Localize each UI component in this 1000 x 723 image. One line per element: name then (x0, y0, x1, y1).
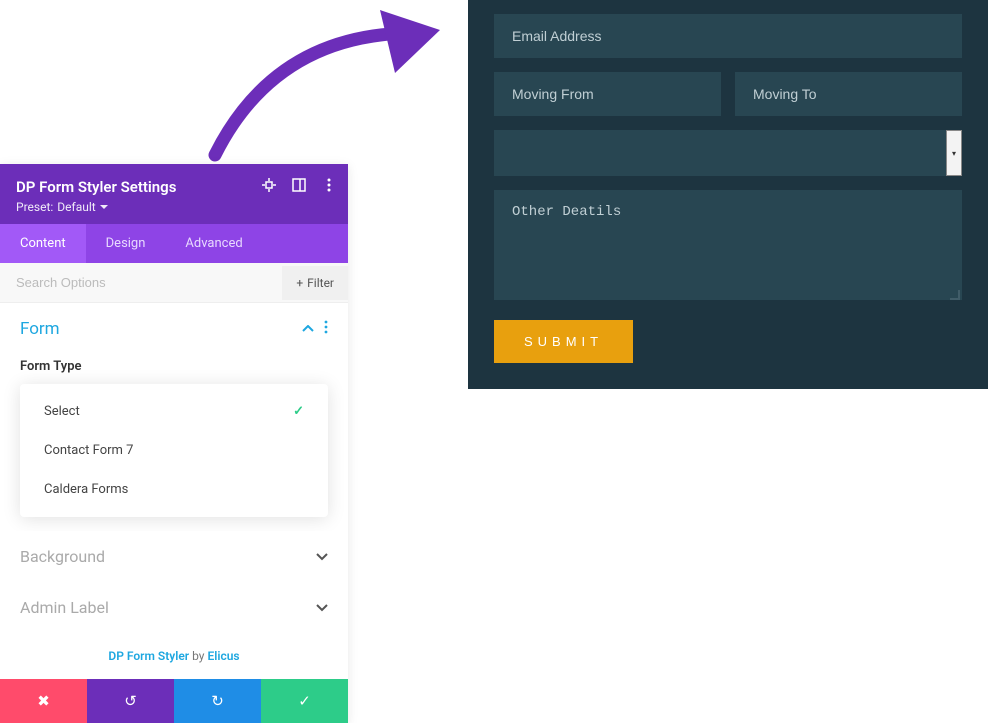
filter-label: Filter (307, 276, 334, 290)
search-input[interactable] (0, 263, 282, 302)
tabs: Content Design Advanced (0, 224, 348, 263)
section-title: Form (20, 319, 60, 339)
panel-header-actions (262, 178, 336, 192)
plus-icon: + (296, 276, 303, 290)
tab-design[interactable]: Design (86, 224, 166, 263)
select-field[interactable] (494, 130, 962, 176)
redo-icon: ↻ (211, 692, 224, 710)
close-icon: ✖ (37, 692, 50, 710)
undo-icon: ↺ (124, 692, 137, 710)
option-caldera-forms[interactable]: Caldera Forms (20, 470, 328, 509)
textarea-wrap (494, 190, 962, 320)
more-vertical-icon[interactable] (322, 178, 336, 192)
section-admin-label-header[interactable]: Admin Label (0, 582, 348, 633)
email-group (494, 14, 962, 58)
resize-handle-icon (950, 290, 960, 300)
option-label: Caldera Forms (44, 482, 128, 497)
form-type-label: Form Type (0, 355, 348, 384)
section-background-header[interactable]: Background (0, 531, 348, 582)
credit-by: by (189, 649, 207, 663)
section-title: Background (20, 547, 105, 566)
form-preview: ▾ SUBMIT (468, 0, 988, 389)
confirm-button[interactable]: ✓ (261, 679, 348, 723)
filter-button[interactable]: + Filter (282, 266, 348, 300)
preset-value: Default (57, 200, 95, 214)
settings-panel: DP Form Styler Settings Preset: Default … (0, 164, 348, 723)
more-vertical-icon[interactable] (324, 320, 328, 338)
panel-header: DP Form Styler Settings Preset: Default (0, 164, 348, 224)
section-admin-label: Admin Label (0, 582, 348, 633)
target-icon[interactable] (262, 178, 276, 192)
pointer-arrow (195, 0, 455, 175)
section-form-header[interactable]: Form (0, 303, 348, 355)
layout-icon[interactable] (292, 178, 306, 192)
select-wrap: ▾ (494, 130, 962, 176)
section-title: Admin Label (20, 598, 109, 617)
option-label: Contact Form 7 (44, 443, 133, 458)
credit-line: DP Form Styler by Elicus (0, 633, 348, 679)
submit-button[interactable]: SUBMIT (494, 320, 633, 363)
section-form: Form Form Type Select ✓ Contact Form 7 C… (0, 303, 348, 517)
option-contact-form-7[interactable]: Contact Form 7 (20, 431, 328, 470)
option-select[interactable]: Select ✓ (20, 392, 328, 431)
moving-from-field[interactable] (494, 72, 721, 116)
other-details-field[interactable] (494, 190, 962, 300)
chevron-down-icon (316, 601, 328, 615)
preset-selector[interactable]: Preset: Default (16, 200, 332, 214)
moving-row (494, 72, 962, 116)
tab-content[interactable]: Content (0, 224, 86, 263)
section-tools (302, 320, 328, 338)
chevron-down-icon (316, 550, 328, 564)
select-handle-icon: ▾ (946, 130, 962, 176)
check-icon: ✓ (298, 692, 311, 710)
caret-down-icon (100, 205, 108, 209)
tab-advanced[interactable]: Advanced (165, 224, 262, 263)
section-background: Background (0, 531, 348, 582)
check-icon: ✓ (293, 404, 304, 419)
undo-button[interactable]: ↺ (87, 679, 174, 723)
search-row: + Filter (0, 263, 348, 303)
form-type-dropdown: Select ✓ Contact Form 7 Caldera Forms (20, 384, 328, 517)
preset-label: Preset: (16, 200, 53, 214)
option-label: Select (44, 404, 80, 419)
action-bar: ✖ ↺ ↻ ✓ (0, 679, 348, 723)
email-field[interactable] (494, 14, 962, 58)
cancel-button[interactable]: ✖ (0, 679, 87, 723)
chevron-up-icon[interactable] (302, 322, 314, 336)
product-link[interactable]: DP Form Styler (108, 649, 189, 663)
redo-button[interactable]: ↻ (174, 679, 261, 723)
moving-to-field[interactable] (735, 72, 962, 116)
author-link[interactable]: Elicus (207, 649, 239, 663)
